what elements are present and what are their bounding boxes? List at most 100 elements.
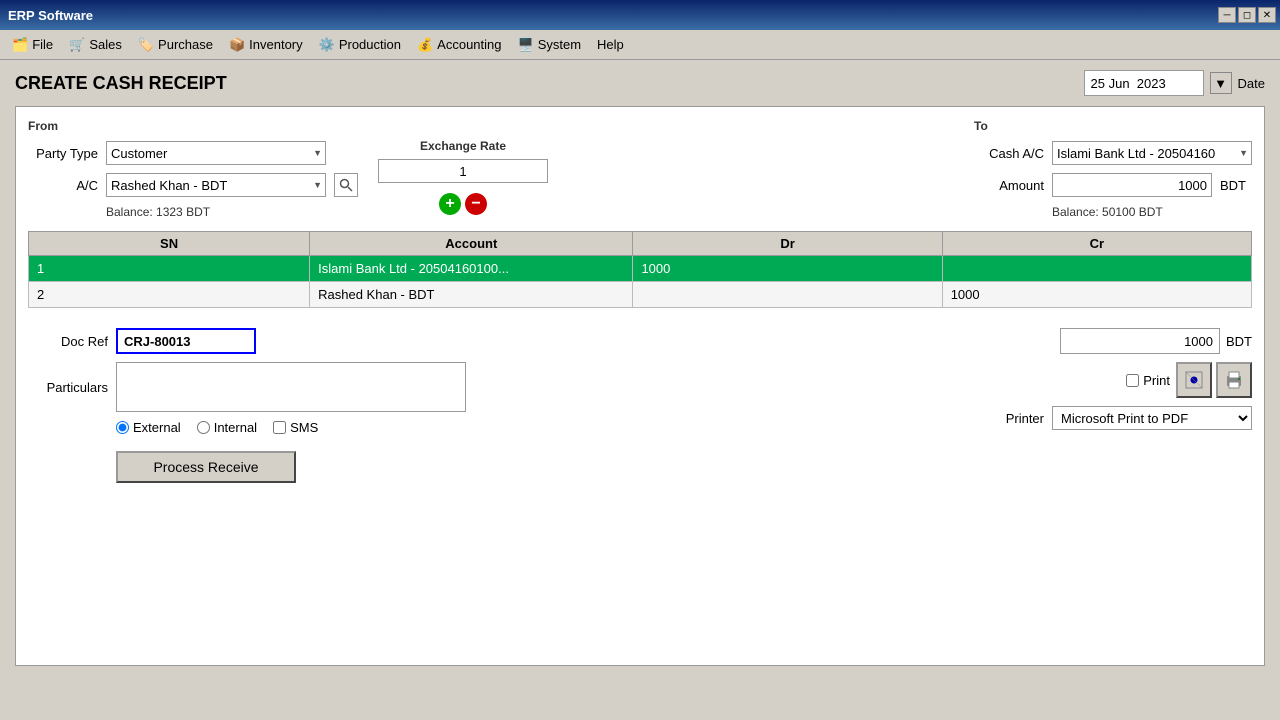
cell-account: Islami Bank Ltd - 20504160100...	[310, 256, 633, 282]
col-cr: Cr	[942, 232, 1251, 256]
menu-help[interactable]: Help	[589, 33, 632, 56]
cash-ac-dropdown[interactable]: Islami Bank Ltd - 20504160	[1052, 141, 1252, 165]
page-header: CREATE CASH RECEIPT ▼ Date	[15, 70, 1265, 96]
add-remove-buttons: + −	[439, 193, 487, 215]
doc-ref-area: Doc Ref Particulars External Internal	[28, 328, 466, 483]
cell-sn: 1	[29, 256, 310, 282]
checkbox-sms[interactable]	[273, 421, 286, 434]
col-account: Account	[310, 232, 633, 256]
menu-purchase-label: Purchase	[158, 37, 213, 52]
preview-icon	[1184, 370, 1204, 390]
party-type-dropdown-wrapper: Customer	[106, 141, 326, 165]
amount-input[interactable]	[1052, 173, 1212, 197]
form-top-area: From Party Type Customer A/C Rashed Khan…	[28, 119, 1252, 219]
menu-system[interactable]: 🖥️ System	[510, 33, 590, 57]
menu-production[interactable]: ⚙️ Production	[311, 33, 409, 57]
process-receive-button[interactable]: Process Receive	[116, 451, 296, 483]
menu-bar: 🗂️ File 🛒 Sales 🏷️ Purchase 📦 Inventory …	[0, 30, 1280, 60]
right-bottom-area: BDT Print	[1006, 328, 1252, 483]
close-button[interactable]: ✕	[1258, 7, 1276, 23]
menu-file-label: File	[32, 37, 53, 52]
action-buttons	[1176, 362, 1252, 398]
table-row[interactable]: 1 Islami Bank Ltd - 20504160100... 1000	[29, 256, 1252, 282]
doc-ref-input[interactable]	[116, 328, 256, 354]
cell-dr	[633, 282, 942, 308]
menu-accounting-label: Accounting	[437, 37, 501, 52]
amount-label: Amount	[974, 178, 1044, 193]
print-row: Print	[1126, 362, 1252, 398]
cell-account: Rashed Khan - BDT	[310, 282, 633, 308]
form-container: From Party Type Customer A/C Rashed Khan…	[15, 106, 1265, 666]
journal-table: SN Account Dr Cr 1 Islami Bank Ltd - 205…	[28, 231, 1252, 308]
remove-row-button[interactable]: −	[465, 193, 487, 215]
doc-ref-label: Doc Ref	[28, 334, 108, 349]
cell-cr	[942, 256, 1251, 282]
cash-ac-row: Cash A/C Islami Bank Ltd - 20504160	[974, 141, 1252, 165]
menu-file[interactable]: 🗂️ File	[4, 33, 61, 57]
system-icon: 🖥️	[518, 37, 534, 53]
restore-button[interactable]: ◻	[1238, 7, 1256, 23]
cell-cr: 1000	[942, 282, 1251, 308]
to-balance-text: Balance: 50100 BDT	[1052, 205, 1252, 219]
checkbox-sms-item: SMS	[273, 420, 318, 435]
radio-internal-item: Internal	[197, 420, 257, 435]
checkbox-sms-label: SMS	[290, 420, 318, 435]
ac-row: A/C Rashed Khan - BDT	[28, 173, 358, 197]
printer-row: Printer Microsoft Print to PDF	[1006, 406, 1252, 430]
printer-icon	[1224, 370, 1244, 390]
print-checkbox[interactable]	[1126, 374, 1139, 387]
radio-internal-label: Internal	[214, 420, 257, 435]
particulars-label: Particulars	[28, 380, 108, 395]
menu-purchase[interactable]: 🏷️ Purchase	[130, 33, 221, 57]
from-balance-text: Balance: 1323 BDT	[106, 205, 358, 219]
page: CREATE CASH RECEIPT ▼ Date From Party Ty…	[0, 60, 1280, 720]
date-input[interactable]	[1084, 70, 1204, 96]
date-picker-button[interactable]: ▼	[1210, 72, 1232, 94]
particulars-row: Particulars	[28, 362, 466, 412]
menu-sales[interactable]: 🛒 Sales	[61, 33, 130, 57]
menu-inventory-label: Inventory	[249, 37, 302, 52]
menu-inventory[interactable]: 📦 Inventory	[221, 33, 311, 57]
particulars-input[interactable]	[116, 362, 466, 412]
radio-external-label: External	[133, 420, 181, 435]
radio-external[interactable]	[116, 421, 129, 434]
print-button[interactable]	[1216, 362, 1252, 398]
col-sn: SN	[29, 232, 310, 256]
printer-select[interactable]: Microsoft Print to PDF	[1052, 406, 1252, 430]
minimize-button[interactable]: ─	[1218, 7, 1236, 23]
menu-system-label: System	[538, 37, 581, 52]
page-title: CREATE CASH RECEIPT	[15, 73, 227, 94]
date-label: Date	[1238, 76, 1265, 91]
ac-label: A/C	[28, 178, 98, 193]
print-check-item: Print	[1126, 373, 1170, 388]
exchange-rate-input[interactable]	[378, 159, 548, 183]
printer-label: Printer	[1006, 411, 1044, 426]
total-input[interactable]	[1060, 328, 1220, 354]
table-row[interactable]: 2 Rashed Khan - BDT 1000	[29, 282, 1252, 308]
menu-production-label: Production	[339, 37, 401, 52]
add-row-button[interactable]: +	[439, 193, 461, 215]
from-section: From Party Type Customer A/C Rashed Khan…	[28, 119, 358, 219]
print-label: Print	[1143, 373, 1170, 388]
total-currency: BDT	[1226, 334, 1252, 349]
search-icon	[339, 178, 353, 192]
exchange-section: Exchange Rate + −	[378, 139, 548, 215]
menu-sales-label: Sales	[89, 37, 122, 52]
ac-search-button[interactable]	[334, 173, 358, 197]
party-type-row: Party Type Customer	[28, 141, 358, 165]
date-area: ▼ Date	[1084, 70, 1265, 96]
total-row: BDT	[1060, 328, 1252, 354]
cell-sn: 2	[29, 282, 310, 308]
radio-internal[interactable]	[197, 421, 210, 434]
menu-help-label: Help	[597, 37, 624, 52]
amount-currency: BDT	[1220, 178, 1246, 193]
from-label: From	[28, 119, 358, 133]
inventory-icon: 📦	[229, 37, 245, 53]
ac-dropdown[interactable]: Rashed Khan - BDT	[106, 173, 326, 197]
radio-external-item: External	[116, 420, 181, 435]
sales-icon: 🛒	[69, 37, 85, 53]
amount-row: Amount BDT	[974, 173, 1252, 197]
menu-accounting[interactable]: 💰 Accounting	[409, 33, 510, 57]
party-type-dropdown[interactable]: Customer	[106, 141, 326, 165]
preview-button[interactable]	[1176, 362, 1212, 398]
